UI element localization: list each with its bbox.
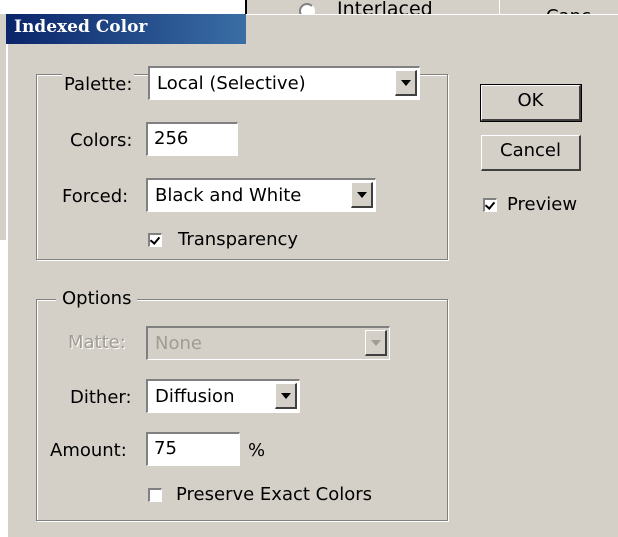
preserve-exact-colors-checkbox[interactable]: [148, 488, 162, 502]
ok-button[interactable]: OK: [480, 84, 582, 122]
palette-label: Palette:: [62, 74, 135, 95]
palette-value: Local (Selective): [157, 73, 306, 94]
cancel-button[interactable]: Cancel: [481, 135, 581, 171]
forced-select[interactable]: Black and White: [146, 178, 376, 212]
preview-checkbox[interactable]: [483, 198, 497, 212]
amount-unit: %: [248, 440, 266, 461]
options-legend: Options: [56, 288, 138, 309]
dither-dropdown-arrow-icon[interactable]: [275, 383, 297, 409]
dither-select[interactable]: Diffusion: [146, 379, 300, 413]
matte-select[interactable]: None: [146, 326, 390, 360]
matte-dropdown-arrow-icon[interactable]: [365, 330, 387, 356]
palette-dropdown-arrow-icon[interactable]: [395, 70, 417, 96]
colors-input[interactable]: 256: [146, 122, 238, 156]
colors-label: Colors:: [70, 130, 133, 151]
forced-label: Forced:: [62, 186, 129, 207]
transparency-label: Transparency: [178, 229, 299, 250]
matte-value: None: [155, 333, 202, 354]
preserve-exact-colors-label: Preserve Exact Colors: [176, 484, 373, 505]
transparency-checkbox[interactable]: [148, 233, 162, 247]
palette-select[interactable]: Local (Selective): [148, 66, 420, 100]
amount-input[interactable]: 75: [146, 432, 240, 466]
dither-value: Diffusion: [155, 386, 235, 407]
matte-label: Matte:: [68, 332, 126, 353]
amount-label: Amount:: [50, 440, 127, 461]
dialog-title: Indexed Color: [14, 17, 148, 37]
preview-label: Preview: [507, 194, 578, 215]
dither-label: Dither:: [70, 387, 132, 408]
forced-value: Black and White: [155, 185, 302, 206]
forced-dropdown-arrow-icon[interactable]: [351, 182, 373, 208]
background-window-edge: [0, 0, 200, 14]
